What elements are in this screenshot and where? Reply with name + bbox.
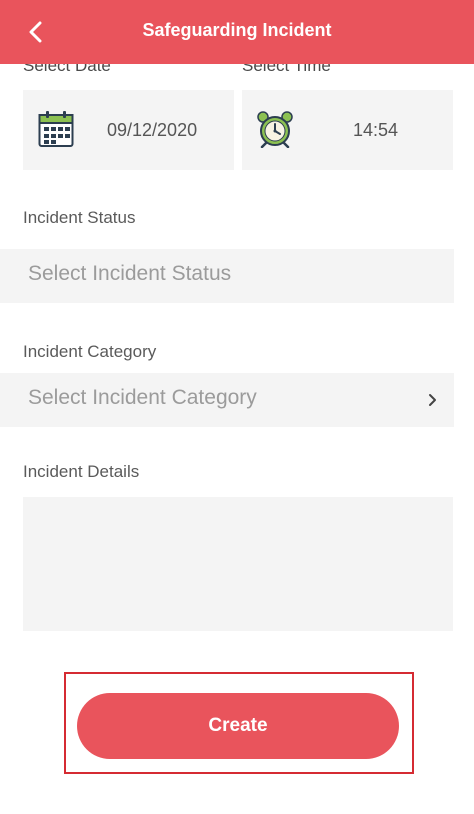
calendar-icon bbox=[38, 111, 74, 147]
page-title: Safeguarding Incident bbox=[142, 20, 332, 40]
status-label: Incident Status bbox=[23, 208, 136, 227]
time-value: 14:54 bbox=[353, 120, 399, 140]
create-button[interactable]: Create bbox=[77, 693, 399, 759]
date-picker[interactable]: 09/12/2020 bbox=[23, 90, 234, 170]
chevron-right-icon bbox=[429, 394, 436, 406]
alarm-clock-icon bbox=[257, 111, 293, 148]
details-textarea[interactable] bbox=[23, 497, 453, 631]
details-label: Incident Details bbox=[23, 462, 140, 481]
time-picker[interactable]: 14:54 bbox=[242, 90, 453, 170]
app-header: Safeguarding Incident bbox=[0, 0, 474, 64]
category-placeholder: Select Incident Category bbox=[28, 386, 257, 409]
category-select[interactable]: Select Incident Category bbox=[0, 373, 454, 427]
status-placeholder: Select Incident Status bbox=[28, 262, 232, 285]
create-button-label: Create bbox=[208, 715, 268, 736]
date-value: 09/12/2020 bbox=[107, 120, 198, 140]
status-select[interactable]: Select Incident Status bbox=[0, 249, 454, 303]
category-label: Incident Category bbox=[23, 342, 157, 361]
